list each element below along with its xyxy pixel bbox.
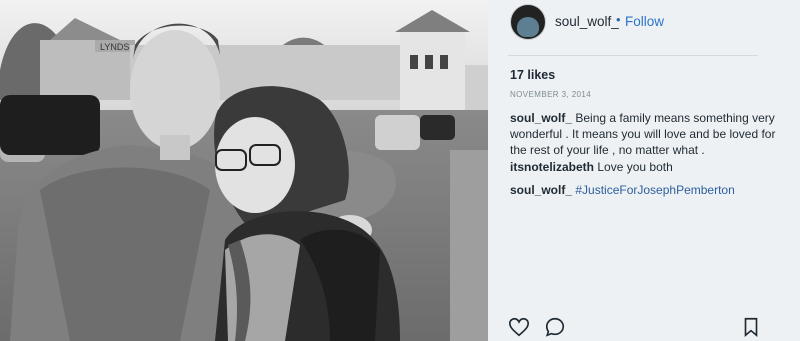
post-actions-bar: [488, 312, 800, 341]
likes-count[interactable]: 17 likes: [510, 68, 555, 82]
comment-username[interactable]: soul_wolf_: [510, 183, 572, 197]
header-divider: [508, 55, 758, 56]
post-photo[interactable]: LYNDS: [0, 0, 488, 341]
hashtag-link[interactable]: #JusticeForJosephPemberton: [575, 183, 734, 197]
avatar[interactable]: [510, 4, 546, 40]
comment-item: soul_wolf_ #JusticeForJosephPemberton: [510, 182, 780, 198]
heart-icon[interactable]: [508, 316, 530, 338]
photo-artwork: LYNDS: [0, 0, 488, 341]
comment-username[interactable]: soul_wolf_: [510, 111, 572, 125]
follow-button[interactable]: Follow: [625, 14, 664, 29]
comment-username[interactable]: itsnotelizabeth: [510, 160, 594, 174]
comment-text: Love you both: [597, 160, 673, 174]
post-header: soul_wolf_ • Follow: [488, 0, 800, 44]
post-details-panel: soul_wolf_ • Follow 17 likes NOVEMBER 3,…: [488, 0, 800, 341]
post-date: NOVEMBER 3, 2014: [510, 90, 592, 99]
separator-dot: •: [616, 12, 621, 27]
username-link[interactable]: soul_wolf_: [555, 14, 619, 29]
storefront-sign: LYNDS: [100, 42, 129, 52]
bookmark-icon[interactable]: [740, 316, 762, 338]
caption-comment: soul_wolf_ Being a family means somethin…: [510, 110, 780, 158]
comment-icon[interactable]: [544, 316, 566, 338]
comment-item: itsnotelizabeth Love you both: [510, 159, 780, 175]
